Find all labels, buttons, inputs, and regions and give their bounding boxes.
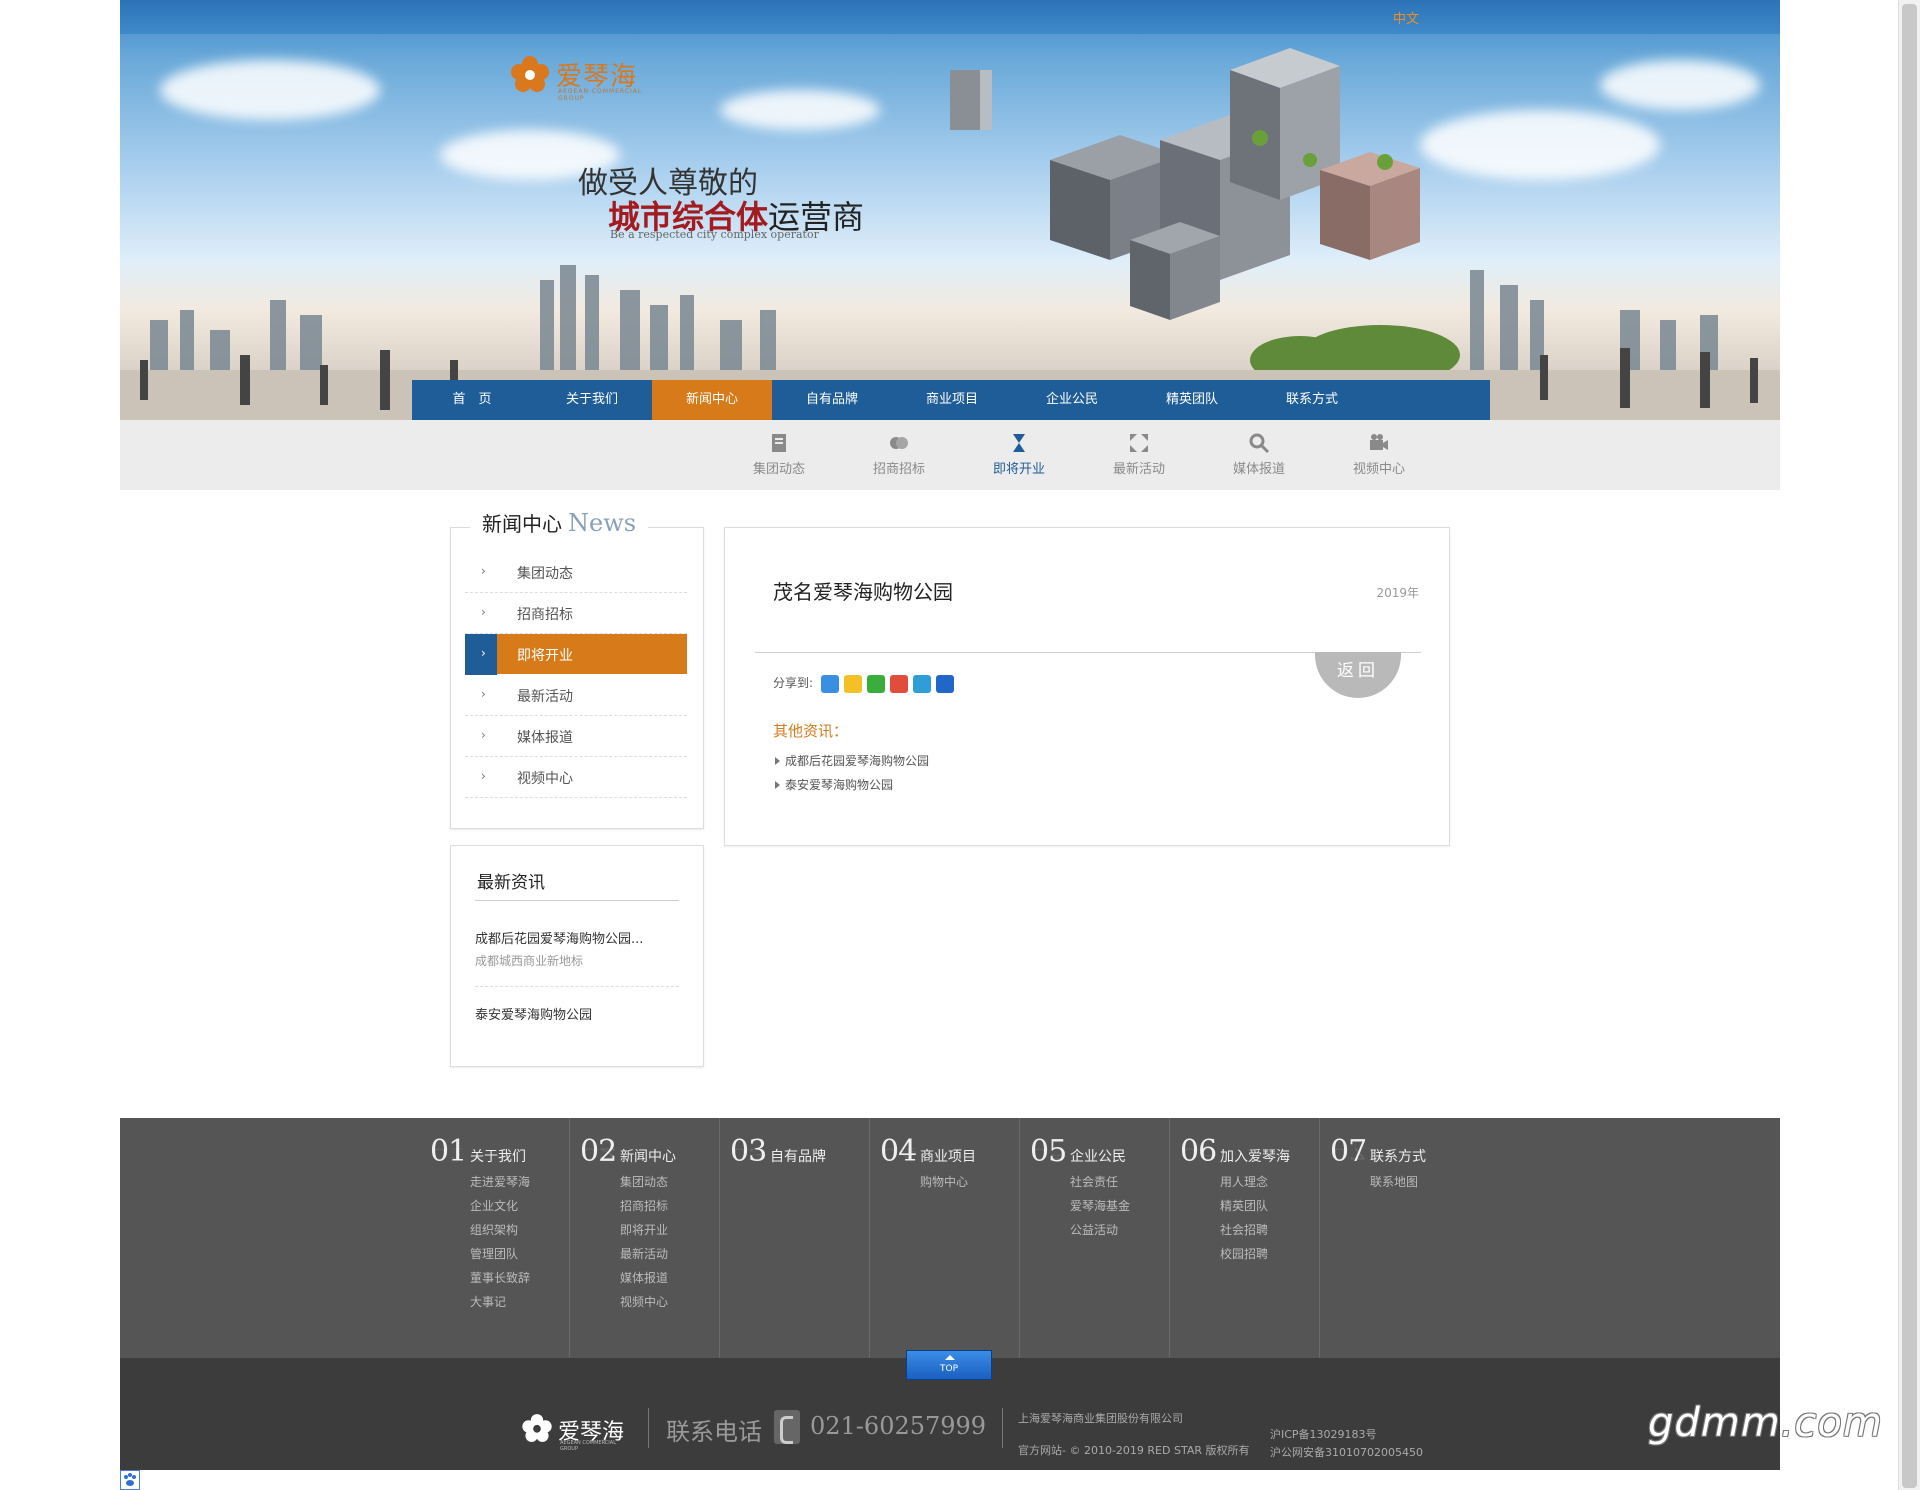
chevron-right-icon: › <box>481 687 486 701</box>
hourglass-icon <box>1013 434 1025 452</box>
logo-subtitle: AEGEAN COMMERCIAL GROUP <box>558 88 643 102</box>
flower-logo-icon <box>522 1414 552 1442</box>
flower-logo-icon <box>511 56 549 92</box>
share-icons <box>821 675 954 693</box>
footer-sitemap: 01 01 关于我们 走进爱琴海 企业文化 组织架构 管理团队 董事长致辞 大事… <box>120 1118 1780 1358</box>
nav-citizenship[interactable]: 企业公民 <box>1012 380 1132 420</box>
video-camera-icon <box>1370 434 1388 450</box>
slogan-english: Be a respected city complex operator <box>610 228 819 241</box>
sidebar-title: 新闻中心 News <box>470 508 649 537</box>
footer-col-projects: 04 04 商业项目 购物中心 <box>870 1118 1020 1358</box>
police-record-number[interactable]: 沪公网安备31010702005450 <box>1270 1444 1423 1460</box>
chevron-right-icon: › <box>481 728 486 742</box>
subnav-activities[interactable]: 最新活动 <box>1099 432 1179 477</box>
back-to-top-button[interactable]: TOP <box>906 1350 992 1380</box>
category-item-active[interactable]: › 即将开业 <box>465 634 687 675</box>
other-news-link[interactable]: 泰安爱琴海购物公园 <box>773 776 929 800</box>
phone-number: 021-60257999 <box>810 1412 987 1440</box>
latest-news-panel: 最新资讯 成都后花园爱琴海购物公园... 成都城西商业新地标 泰安爱琴海购物公园 <box>450 845 704 1067</box>
share-qzone-icon[interactable] <box>844 675 862 693</box>
footer-col-about: 01 01 关于我们 走进爱琴海 企业文化 组织架构 管理团队 董事长致辞 大事… <box>420 1118 570 1358</box>
chevron-right-icon: › <box>481 646 486 660</box>
subnav-opening-soon[interactable]: 即将开业 <box>979 432 1059 477</box>
nav-brands[interactable]: 自有品牌 <box>772 380 892 420</box>
header-banner: 中文 爱琴海 AEGEAN COMMERCIAL GROUP 做受人尊敬的 城市… <box>120 0 1780 420</box>
chevron-right-icon: › <box>481 769 486 783</box>
subnav-media[interactable]: 媒体报道 <box>1219 432 1299 477</box>
article-title: 茂名爱琴海购物公园 <box>773 580 953 604</box>
category-item[interactable]: › 视频中心 <box>465 757 687 798</box>
vertical-scrollbar[interactable] <box>1898 0 1920 1490</box>
share-label: 分享到: <box>773 676 814 690</box>
sub-navigation: 集团动态 招商招标 即将开业 最新活动 媒体报道 视频中心 <box>120 420 1780 490</box>
nav-projects[interactable]: 商业项目 <box>892 380 1012 420</box>
logo[interactable]: 爱琴海 AEGEAN COMMERCIAL GROUP <box>508 52 648 102</box>
paw-icon[interactable] <box>120 1470 140 1490</box>
handshake-icon <box>890 437 908 449</box>
category-item[interactable]: › 招商招标 <box>465 593 687 634</box>
document-icon <box>772 434 786 452</box>
category-item[interactable]: › 最新活动 <box>465 675 687 716</box>
category-list: › 集团动态 › 招商招标 › 即将开业 › 最新活动 › 媒体报道 › 视频中心 <box>465 552 687 798</box>
category-panel: › 集团动态 › 招商招标 › 即将开业 › 最新活动 › 媒体报道 › 视频中心 <box>450 527 704 829</box>
share-weibo-icon[interactable] <box>890 675 908 693</box>
subnav-video[interactable]: 视频中心 <box>1339 432 1419 477</box>
language-switch[interactable]: 中文 <box>1393 8 1419 27</box>
other-news-list: 成都后花园爱琴海购物公园 泰安爱琴海购物公园 <box>773 752 929 800</box>
page: 中文 爱琴海 AEGEAN COMMERCIAL GROUP 做受人尊敬的 城市… <box>120 0 1780 1470</box>
top-bar <box>120 0 1780 34</box>
article-panel: 茂名爱琴海购物公园 2019年 返回 分享到: 其他资讯： 成都后花园爱琴海购物… <box>724 527 1450 846</box>
share-tqq-icon[interactable] <box>913 675 931 693</box>
share-renren-icon[interactable] <box>936 675 954 693</box>
category-item[interactable]: › 媒体报道 <box>465 716 687 757</box>
footer-col-join: 06 06 加入爱琴海 用人理念 精英团队 社会招聘 校园招聘 <box>1170 1118 1320 1358</box>
chevron-right-icon: › <box>481 564 486 578</box>
other-news-link[interactable]: 成都后花园爱琴海购物公园 <box>773 752 929 776</box>
nav-home[interactable]: 首 页 <box>412 380 532 420</box>
latest-news-link[interactable]: 成都后花园爱琴海购物公园... <box>475 928 643 947</box>
company-name: 上海爱琴海商业集团股份有限公司 <box>1018 1412 1183 1425</box>
nav-news[interactable]: 新闻中心 <box>652 380 772 420</box>
watermark: gdmm.com <box>1648 1400 1883 1446</box>
copyright: 官方网站- © 2010-2019 RED STAR 版权所有 <box>1018 1444 1250 1457</box>
category-item[interactable]: › 集团动态 <box>465 552 687 593</box>
footer-col-news: 02 02 新闻中心 集团动态 招商招标 即将开业 最新活动 媒体报道 视频中心 <box>570 1118 720 1358</box>
article-date: 2019年 <box>1376 586 1419 600</box>
phone-icon <box>774 1410 800 1444</box>
footer-col-brands: 03 03 自有品牌 <box>720 1118 870 1358</box>
nav-contact[interactable]: 联系方式 <box>1252 380 1372 420</box>
latest-news-desc: 成都城西商业新地标 <box>475 954 584 968</box>
latest-news-title: 最新资讯 <box>477 873 545 893</box>
latest-news-link[interactable]: 泰安爱琴海购物公园 <box>475 1004 592 1023</box>
subnav-tender[interactable]: 招商招标 <box>859 432 939 477</box>
nav-team[interactable]: 精英团队 <box>1132 380 1252 420</box>
footer-logo: 爱琴海 AEGEAN COMMERCIAL GROUP <box>520 1408 630 1452</box>
chevron-right-icon: › <box>481 605 486 619</box>
phone-label: 联系电话 <box>666 1418 762 1446</box>
magnifier-icon <box>1249 433 1270 454</box>
back-button[interactable]: 返回 <box>1315 652 1401 698</box>
nav-about[interactable]: 关于我们 <box>532 380 652 420</box>
share-more-icon[interactable] <box>821 675 839 693</box>
share-wechat-icon[interactable] <box>867 675 885 693</box>
subnav-group-news[interactable]: 集团动态 <box>739 432 819 477</box>
expand-icon <box>1130 434 1148 452</box>
icp-number[interactable]: 沪ICP备13029183号 <box>1270 1426 1377 1442</box>
footer-col-contact: 07 07 联系方式 联系地图 <box>1330 1134 1426 1189</box>
main-navigation: 首 页 关于我们 新闻中心 自有品牌 商业项目 企业公民 精英团队 联系方式 <box>412 380 1490 420</box>
footer-col-citizenship: 05 05 企业公民 社会责任 爱琴海基金 公益活动 <box>1020 1118 1170 1358</box>
other-news-title: 其他资讯： <box>773 722 849 740</box>
